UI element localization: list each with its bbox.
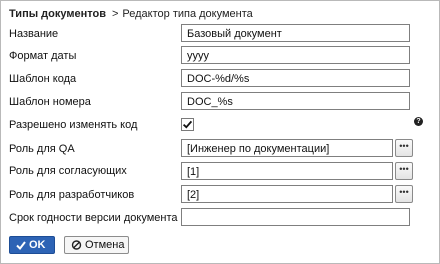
date-format-row: Формат даты yyyy — [1, 46, 439, 66]
qa-role-input[interactable]: [Инженер по документации] — [181, 139, 393, 157]
help-icon[interactable]: ? — [414, 117, 423, 126]
document-type-editor-panel: Типы документов > Редактор типа документа … — [0, 0, 440, 264]
code-template-label: Шаблон кода — [9, 73, 77, 85]
approver-role-label: Роль для согласующих — [9, 165, 127, 177]
ok-button-label: OK — [29, 239, 46, 251]
developer-role-label: Роль для разработчиков — [9, 189, 135, 201]
cancel-circle-icon — [71, 237, 82, 258]
checkmark-icon — [182, 120, 193, 129]
developer-role-input[interactable]: [2] — [181, 185, 393, 203]
approver-role-row: Роль для согласующих [1] ••• — [1, 162, 439, 182]
qa-role-label: Роль для QA — [9, 143, 75, 155]
qa-role-pick-button[interactable]: ••• — [395, 139, 413, 157]
date-format-input[interactable]: yyyy — [181, 46, 410, 64]
breadcrumb: Типы документов > Редактор типа документа — [9, 7, 253, 21]
code-template-input[interactable]: DOC-%d/%s — [181, 69, 410, 87]
cancel-button[interactable]: Отмена — [64, 236, 129, 254]
breadcrumb-current: Редактор типа документа — [122, 8, 253, 20]
breadcrumb-separator: > — [111, 8, 119, 20]
developer-role-row: Роль для разработчиков [2] ••• — [1, 185, 439, 205]
number-template-row: Шаблон номера DOC_%s — [1, 92, 439, 112]
allow-code-change-row: Разрешено изменять код ? — [1, 117, 439, 137]
ok-button[interactable]: OK — [9, 236, 55, 254]
name-label: Название — [9, 28, 59, 40]
qa-role-row: Роль для QA [Инженер по документации] ••… — [1, 139, 439, 159]
validity-period-label: Срок годности версии документа (лет) — [9, 212, 206, 224]
code-template-row: Шаблон кода DOC-%d/%s — [1, 69, 439, 89]
number-template-input[interactable]: DOC_%s — [181, 92, 410, 110]
validity-period-row: Срок годности версии документа (лет) — [1, 208, 439, 228]
date-format-label: Формат даты — [9, 50, 77, 62]
breadcrumb-root-link[interactable]: Типы документов — [9, 8, 106, 20]
approver-role-input[interactable]: [1] — [181, 162, 393, 180]
name-row: Название Базовый документ — [1, 24, 439, 44]
allow-code-change-label: Разрешено изменять код — [9, 119, 138, 131]
approver-role-pick-button[interactable]: ••• — [395, 162, 413, 180]
name-input[interactable]: Базовый документ — [181, 24, 410, 42]
checkmark-icon — [16, 237, 26, 258]
validity-period-input[interactable] — [181, 208, 410, 226]
developer-role-pick-button[interactable]: ••• — [395, 185, 413, 203]
allow-code-change-checkbox[interactable] — [181, 118, 194, 131]
number-template-label: Шаблон номера — [9, 96, 91, 108]
cancel-button-label: Отмена — [85, 239, 125, 251]
